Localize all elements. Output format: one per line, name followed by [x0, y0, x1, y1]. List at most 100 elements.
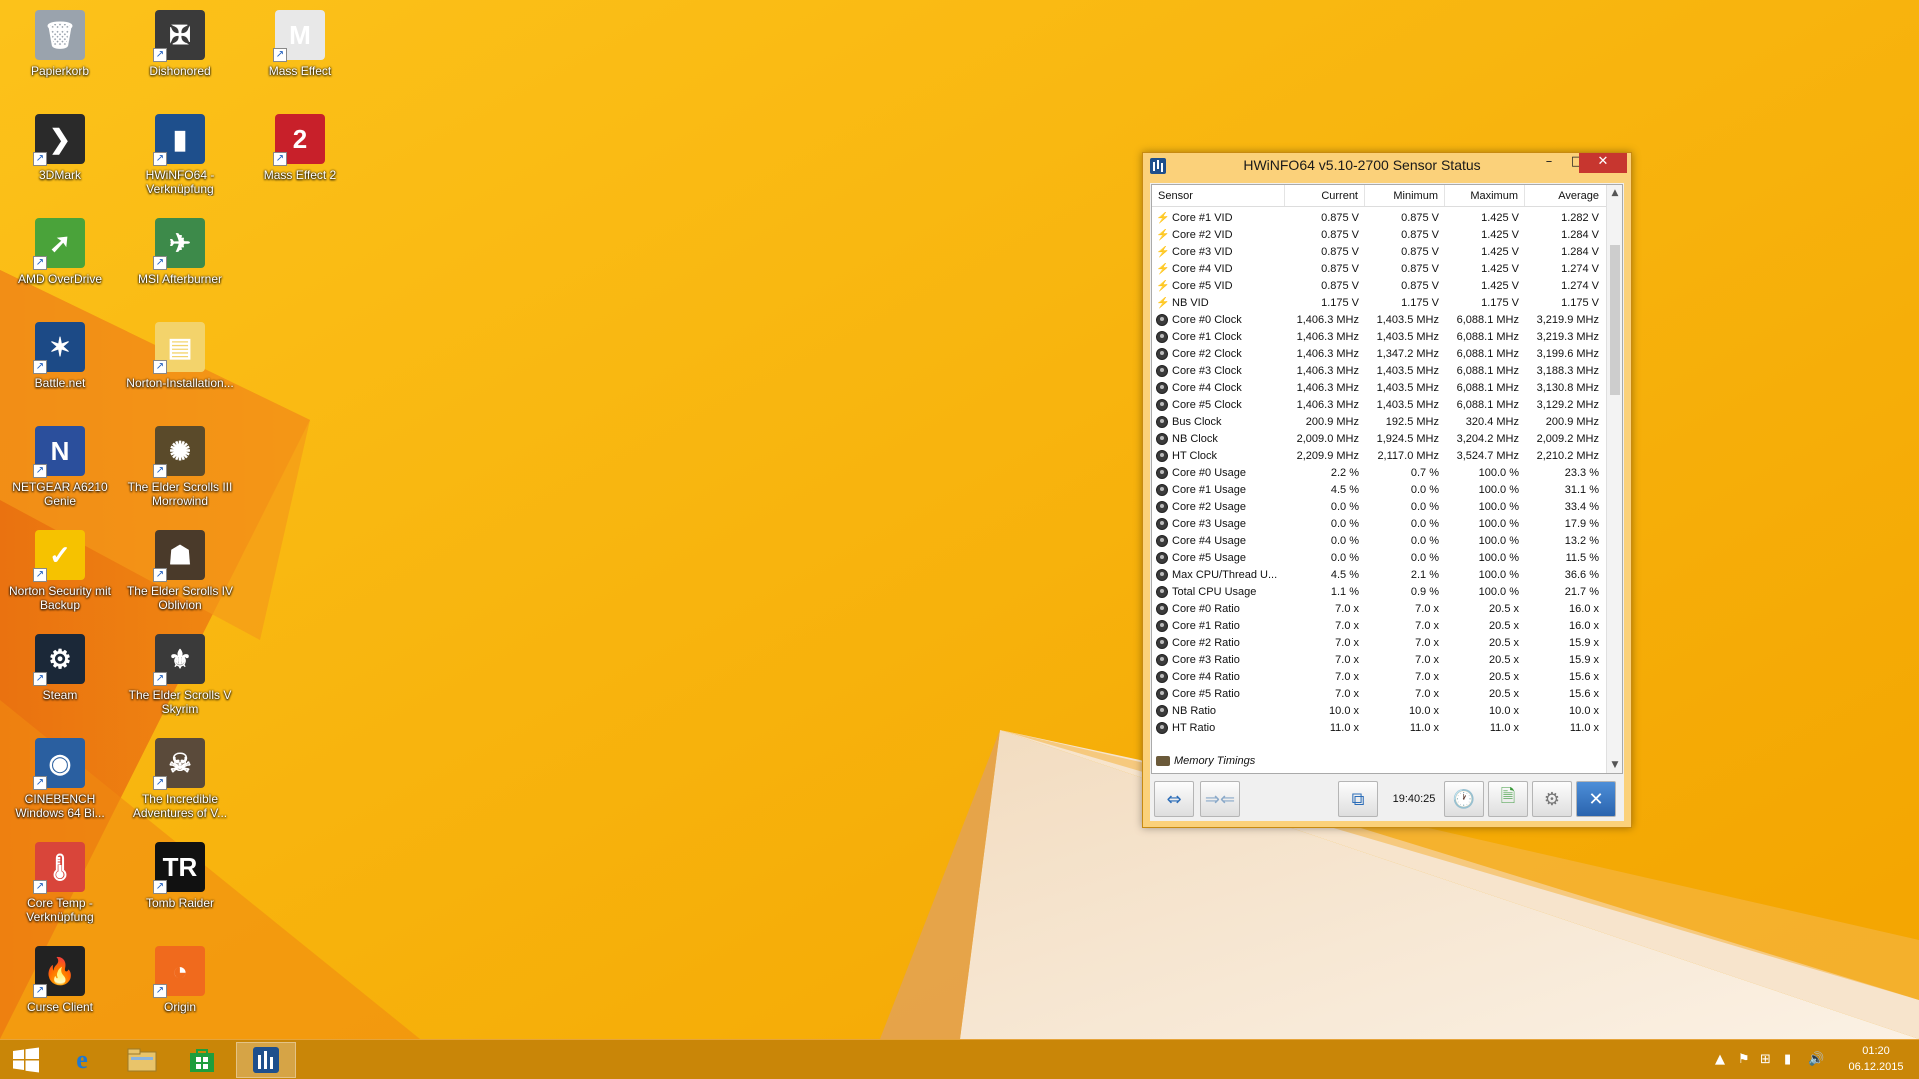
sensor-dial-icon	[1156, 602, 1168, 615]
network-signal-icon[interactable]: ▮	[1784, 1052, 1791, 1067]
desktop-icon[interactable]: 🗑 Papierkorb	[2, 4, 118, 104]
clock-time[interactable]: 01:20	[1840, 1045, 1912, 1057]
windows-tray-icon[interactable]: ⊞	[1760, 1052, 1771, 1067]
column-header-average[interactable]: Average	[1525, 185, 1605, 206]
table-row[interactable]: ⚡ Core #1 VID 0.875 V 0.875 V 1.425 V 1.282 V	[1152, 209, 1608, 226]
table-row[interactable]: Core #0 Ratio 7.0 x 7.0 x 20.5 x 16.0 x	[1152, 600, 1608, 617]
column-header-maximum[interactable]: Maximum	[1445, 185, 1525, 206]
table-row[interactable]: NB Ratio 10.0 x 10.0 x 10.0 x 10.0 x	[1152, 702, 1608, 719]
sensor-name: Core #3 Ratio	[1172, 653, 1240, 666]
sensor-table[interactable]: Sensor Current Minimum Maximum Average ⚡…	[1151, 184, 1623, 774]
desktop-icon[interactable]: ⚙ ↗ Steam	[2, 628, 118, 728]
reset-clock-button[interactable]: 🕐	[1444, 781, 1484, 817]
action-center-flag-icon[interactable]: ⚑	[1738, 1052, 1750, 1067]
table-row[interactable]: ⚡ Core #3 VID 0.875 V 0.875 V 1.425 V 1.284 V	[1152, 243, 1608, 260]
window-titlebar[interactable]: HWiNFO64 v5.10-2700 Sensor Status – □ ✕	[1143, 153, 1631, 179]
sensor-group-header[interactable]: Memory Timings	[1152, 750, 1608, 772]
desktop-icon[interactable]: ✠ ↗ Dishonored	[122, 4, 238, 104]
desktop-icon[interactable]: ❯ ↗ 3DMark	[2, 108, 118, 208]
table-row[interactable]: Core #3 Ratio 7.0 x 7.0 x 20.5 x 15.9 x	[1152, 651, 1608, 668]
table-row[interactable]: Core #4 Usage 0.0 % 0.0 % 100.0 % 13.2 %	[1152, 532, 1608, 549]
table-row[interactable]: HT Clock 2,209.9 MHz 2,117.0 MHz 3,524.7 MH…	[1152, 447, 1608, 464]
file-explorer-button[interactable]	[116, 1042, 168, 1078]
desktop-icon-label: AMD OverDrive	[17, 272, 102, 286]
desktop-icon[interactable]: ◔ ↗ Origin	[122, 940, 238, 1040]
desktop-icon[interactable]: ☠ ↗ The Incredible Adventures of V...	[122, 732, 238, 832]
desktop-icon[interactable]: ✺ ↗ The Elder Scrolls III Morrowind	[122, 420, 238, 520]
internet-explorer-button[interactable]: e	[56, 1042, 108, 1078]
column-header-sensor[interactable]: Sensor	[1152, 185, 1285, 206]
column-header-minimum[interactable]: Minimum	[1365, 185, 1445, 206]
table-row[interactable]: Total CPU Usage 1.1 % 0.9 % 100.0 % 21.7 %	[1152, 583, 1608, 600]
sensor-name: Core #5 VID	[1172, 279, 1233, 292]
sensor-name-cell: NB Clock	[1152, 432, 1285, 445]
table-row[interactable]: Bus Clock 200.9 MHz 192.5 MHz 320.4 MHz 200.…	[1152, 413, 1608, 430]
desktop-icon[interactable]: 🔥 ↗ Curse Client	[2, 940, 118, 1040]
scroll-down-arrow-icon[interactable]: ▼	[1607, 757, 1622, 773]
table-row[interactable]: Core #0 Usage 2.2 % 0.7 % 100.0 % 23.3 %	[1152, 464, 1608, 481]
close-button[interactable]: ✕	[1579, 153, 1627, 173]
close-sensors-button[interactable]: ✕	[1576, 781, 1616, 817]
table-row[interactable]: HT Ratio 11.0 x 11.0 x 11.0 x 11.0 x	[1152, 719, 1608, 736]
battlenet-icon: ✶ ↗	[33, 322, 85, 374]
table-row[interactable]: Core #2 Usage 0.0 % 0.0 % 100.0 % 33.4 %	[1152, 498, 1608, 515]
table-row[interactable]: Core #4 Ratio 7.0 x 7.0 x 20.5 x 15.6 x	[1152, 668, 1608, 685]
table-row[interactable]: Core #4 Clock 1,406.3 MHz 1,403.5 MHz 6,088…	[1152, 379, 1608, 396]
sensor-name: Core #5 Usage	[1172, 551, 1246, 564]
origin-icon: ◔ ↗	[153, 946, 205, 998]
desktop-icon[interactable]: ✶ ↗ Battle.net	[2, 316, 118, 416]
table-row[interactable]: ⚡ Core #4 VID 0.875 V 0.875 V 1.425 V 1.274 V	[1152, 260, 1608, 277]
desktop-icon[interactable]: TR ↗ Tomb Raider	[122, 836, 238, 936]
desktop-icon[interactable]: N ↗ NETGEAR A6210 Genie	[2, 420, 118, 520]
table-row[interactable]: Core #3 Usage 0.0 % 0.0 % 100.0 % 17.9 %	[1152, 515, 1608, 532]
start-button[interactable]	[0, 1042, 52, 1078]
table-row[interactable]: Core #1 Ratio 7.0 x 7.0 x 20.5 x 16.0 x	[1152, 617, 1608, 634]
scroll-thumb[interactable]	[1610, 245, 1620, 395]
desktop-icon[interactable]: ➚ ↗ AMD OverDrive	[2, 212, 118, 312]
table-row[interactable]: Core #1 Clock 1,406.3 MHz 1,403.5 MHz 6,088…	[1152, 328, 1608, 345]
table-row[interactable]: Core #5 Clock 1,406.3 MHz 1,403.5 MHz 6,088…	[1152, 396, 1608, 413]
minimize-button[interactable]: –	[1535, 153, 1563, 173]
clock-date[interactable]: 06.12.2015	[1840, 1061, 1912, 1073]
table-row[interactable]: Core #2 Ratio 7.0 x 7.0 x 20.5 x 15.9 x	[1152, 634, 1608, 651]
logging-button[interactable]: 🗎	[1488, 781, 1528, 817]
table-row[interactable]: ⚡ NB VID 1.175 V 1.175 V 1.175 V 1.175 V	[1152, 294, 1608, 311]
expand-columns-button[interactable]: ⇔	[1154, 781, 1194, 817]
collapse-columns-button[interactable]: ⇒⇐	[1200, 781, 1240, 817]
desktop-icon[interactable]: ◉ ↗ CINEBENCH Windows 64 Bi...	[2, 732, 118, 832]
volume-icon[interactable]: 🔊	[1808, 1052, 1824, 1067]
sensor-max-value: 1.175 V	[1481, 296, 1519, 309]
table-row[interactable]: Core #5 Ratio 7.0 x 7.0 x 20.5 x 15.6 x	[1152, 685, 1608, 702]
column-header-current[interactable]: Current	[1285, 185, 1365, 206]
desktop-icon[interactable]: M ↗ Mass Effect	[242, 4, 358, 104]
table-row[interactable]: Core #3 Clock 1,406.3 MHz 1,403.5 MHz 6,088…	[1152, 362, 1608, 379]
table-row[interactable]: ⚡ Core #2 VID 0.875 V 0.875 V 1.425 V 1.284 V	[1152, 226, 1608, 243]
table-row[interactable]: Core #0 Clock 1,406.3 MHz 1,403.5 MHz 6,088…	[1152, 311, 1608, 328]
desktop-icon[interactable]: ⚜ ↗ The Elder Scrolls V Skyrim	[122, 628, 238, 728]
table-row[interactable]: Core #2 Clock 1,406.3 MHz 1,347.2 MHz 6,088…	[1152, 345, 1608, 362]
log-file-add-icon: 🗎	[1500, 786, 1516, 807]
desktop-icon[interactable]: ✓ ↗ Norton Security mit Backup	[2, 524, 118, 624]
table-row[interactable]: ⚡ Core #5 VID 0.875 V 0.875 V 1.425 V 1.274 V	[1152, 277, 1608, 294]
table-row[interactable]: NB Clock 2,009.0 MHz 1,924.5 MHz 3,204.2 MH…	[1152, 430, 1608, 447]
sensor-max-value: 100.0 %	[1478, 500, 1519, 513]
settings-button[interactable]: ⚙	[1532, 781, 1572, 817]
desktop-icon[interactable]: ✈ ↗ MSI Afterburner	[122, 212, 238, 312]
show-hidden-icons-icon[interactable]: ▲	[1715, 1052, 1725, 1067]
desktop-icon[interactable]: ▮ ↗ HWiNFO64 - Verknüpfung	[122, 108, 238, 208]
sensor-max-value: 10.0 x	[1489, 704, 1519, 717]
desktop-icon[interactable]: 2 ↗ Mass Effect 2	[242, 108, 358, 208]
table-row[interactable]: Max CPU/Thread U... 4.5 % 2.1 % 100.0 % 36.6…	[1152, 566, 1608, 583]
network-button[interactable]: ⧉	[1338, 781, 1378, 817]
table-row[interactable]: Core #5 Usage 0.0 % 0.0 % 100.0 % 11.5 %	[1152, 549, 1608, 566]
desktop-icon[interactable]: 🌡 ↗ Core Temp - Verknüpfung	[2, 836, 118, 936]
table-row[interactable]: Core #1 Usage 4.5 % 0.0 % 100.0 % 31.1 %	[1152, 481, 1608, 498]
scroll-up-arrow-icon[interactable]: ▲	[1607, 185, 1622, 201]
desktop-icon[interactable]: ▤ ↗ Norton-Installation...	[122, 316, 238, 416]
store-button[interactable]	[176, 1042, 228, 1078]
hwinfo-sensor-window[interactable]: HWiNFO64 v5.10-2700 Sensor Status – □ ✕ …	[1142, 152, 1632, 828]
sensor-name: Bus Clock	[1172, 415, 1222, 428]
vertical-scrollbar[interactable]: ▲ ▼	[1606, 185, 1622, 773]
hwinfo-taskbar-button[interactable]	[236, 1042, 296, 1078]
desktop-icon[interactable]: ☗ ↗ The Elder Scrolls IV Oblivion	[122, 524, 238, 624]
